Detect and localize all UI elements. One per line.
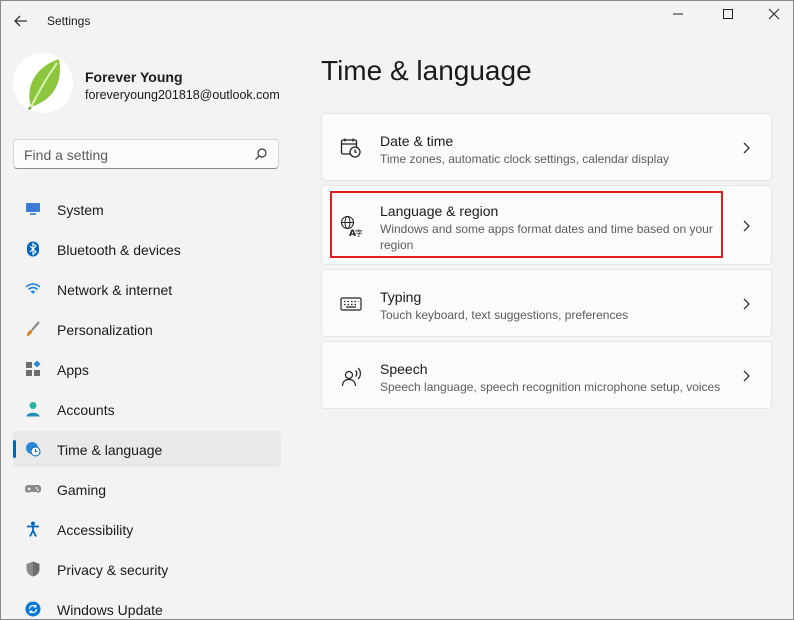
- back-arrow-icon[interactable]: [11, 11, 31, 31]
- card-title: Speech: [380, 361, 428, 377]
- settings-window: Settings Forever Young foreveryoung20181…: [0, 0, 794, 620]
- sidebar-item-network-internet[interactable]: Network & internet: [13, 271, 281, 307]
- gamepad-icon: [25, 481, 41, 497]
- bluetooth-icon: [25, 241, 41, 257]
- card-description: Touch keyboard, text suggestions, prefer…: [380, 308, 629, 322]
- sidebar-item-label: Personalization: [57, 322, 153, 338]
- language-region-card[interactable]: A字 Language & region Windows and some ap…: [321, 185, 772, 265]
- search-input[interactable]: Find a setting: [13, 139, 279, 169]
- chevron-right-icon: [741, 369, 751, 383]
- typing-card[interactable]: Typing Touch keyboard, text suggestions,…: [321, 269, 772, 337]
- sidebar-item-apps[interactable]: Apps: [13, 351, 281, 387]
- sidebar-item-label: System: [57, 202, 104, 218]
- title-bar: Settings: [1, 1, 793, 41]
- search-icon[interactable]: [254, 147, 268, 161]
- close-button[interactable]: [751, 1, 793, 27]
- person-icon: [25, 401, 41, 417]
- language-icon: A字: [340, 215, 363, 239]
- avatar[interactable]: [13, 53, 73, 113]
- sidebar-item-accessibility[interactable]: Accessibility: [13, 511, 281, 547]
- card-title: Language & region: [380, 203, 499, 219]
- brush-icon: [25, 321, 41, 337]
- sidebar-item-accounts[interactable]: Accounts: [13, 391, 281, 427]
- sidebar-item-label: Accessibility: [57, 522, 134, 538]
- apps-icon: [25, 360, 41, 377]
- maximize-button[interactable]: [705, 1, 751, 27]
- page-title: Time & language: [321, 55, 532, 86]
- chevron-right-icon: [741, 219, 751, 233]
- sidebar-item-privacy-security[interactable]: Privacy & security: [13, 551, 281, 587]
- profile-email: foreveryoung201818@outlook.com: [85, 88, 280, 102]
- sidebar-item-windows-update[interactable]: Windows Update: [13, 591, 281, 619]
- shield-icon: [25, 561, 41, 577]
- card-description: Windows and some apps format dates and t…: [380, 222, 713, 252]
- search-placeholder: Find a setting: [24, 147, 109, 163]
- sidebar-item-label: Accounts: [57, 402, 115, 418]
- sidebar-item-label: Bluetooth & devices: [57, 242, 181, 258]
- monitor-icon: [25, 201, 41, 217]
- keyboard-icon: [340, 293, 362, 315]
- card-description: Speech language, speech recognition micr…: [380, 380, 721, 394]
- chevron-right-icon: [741, 297, 751, 311]
- sidebar-item-system[interactable]: System: [13, 191, 281, 227]
- card-title: Typing: [380, 289, 422, 305]
- sidebar-item-label: Gaming: [57, 482, 107, 498]
- speech-icon: [340, 365, 362, 387]
- sidebar-item-personalization[interactable]: Personalization: [13, 311, 281, 347]
- sidebar-item-label: Apps: [57, 362, 89, 378]
- speech-card[interactable]: Speech Speech language, speech recogniti…: [321, 341, 772, 409]
- sidebar-item-label: Time & language: [57, 442, 163, 458]
- window-title: Settings: [47, 14, 91, 28]
- sidebar-nav: System Bluetooth & devices Network & int…: [13, 191, 281, 619]
- card-title: Date & time: [380, 133, 454, 149]
- profile-name: Forever Young: [85, 69, 183, 85]
- accessibility-icon: [25, 521, 41, 537]
- sidebar-item-label: Network & internet: [57, 282, 173, 298]
- calendar-clock-icon: [340, 137, 362, 159]
- update-icon: [25, 601, 41, 617]
- sidebar-item-label: Privacy & security: [57, 562, 169, 578]
- sidebar-item-time-language[interactable]: Time & language: [13, 431, 281, 467]
- globe-clock-icon: [25, 441, 41, 457]
- wifi-icon: [25, 281, 41, 297]
- date-time-card[interactable]: Date & time Time zones, automatic clock …: [321, 113, 772, 181]
- sidebar-item-gaming[interactable]: Gaming: [13, 471, 281, 507]
- svg-text:字: 字: [355, 228, 362, 237]
- minimize-button[interactable]: [655, 1, 701, 27]
- sidebar-item-label: Windows Update: [57, 602, 163, 618]
- chevron-right-icon: [741, 141, 751, 155]
- sidebar-item-bluetooth-devices[interactable]: Bluetooth & devices: [13, 231, 281, 267]
- card-description: Time zones, automatic clock settings, ca…: [380, 152, 670, 166]
- active-indicator: [13, 440, 16, 458]
